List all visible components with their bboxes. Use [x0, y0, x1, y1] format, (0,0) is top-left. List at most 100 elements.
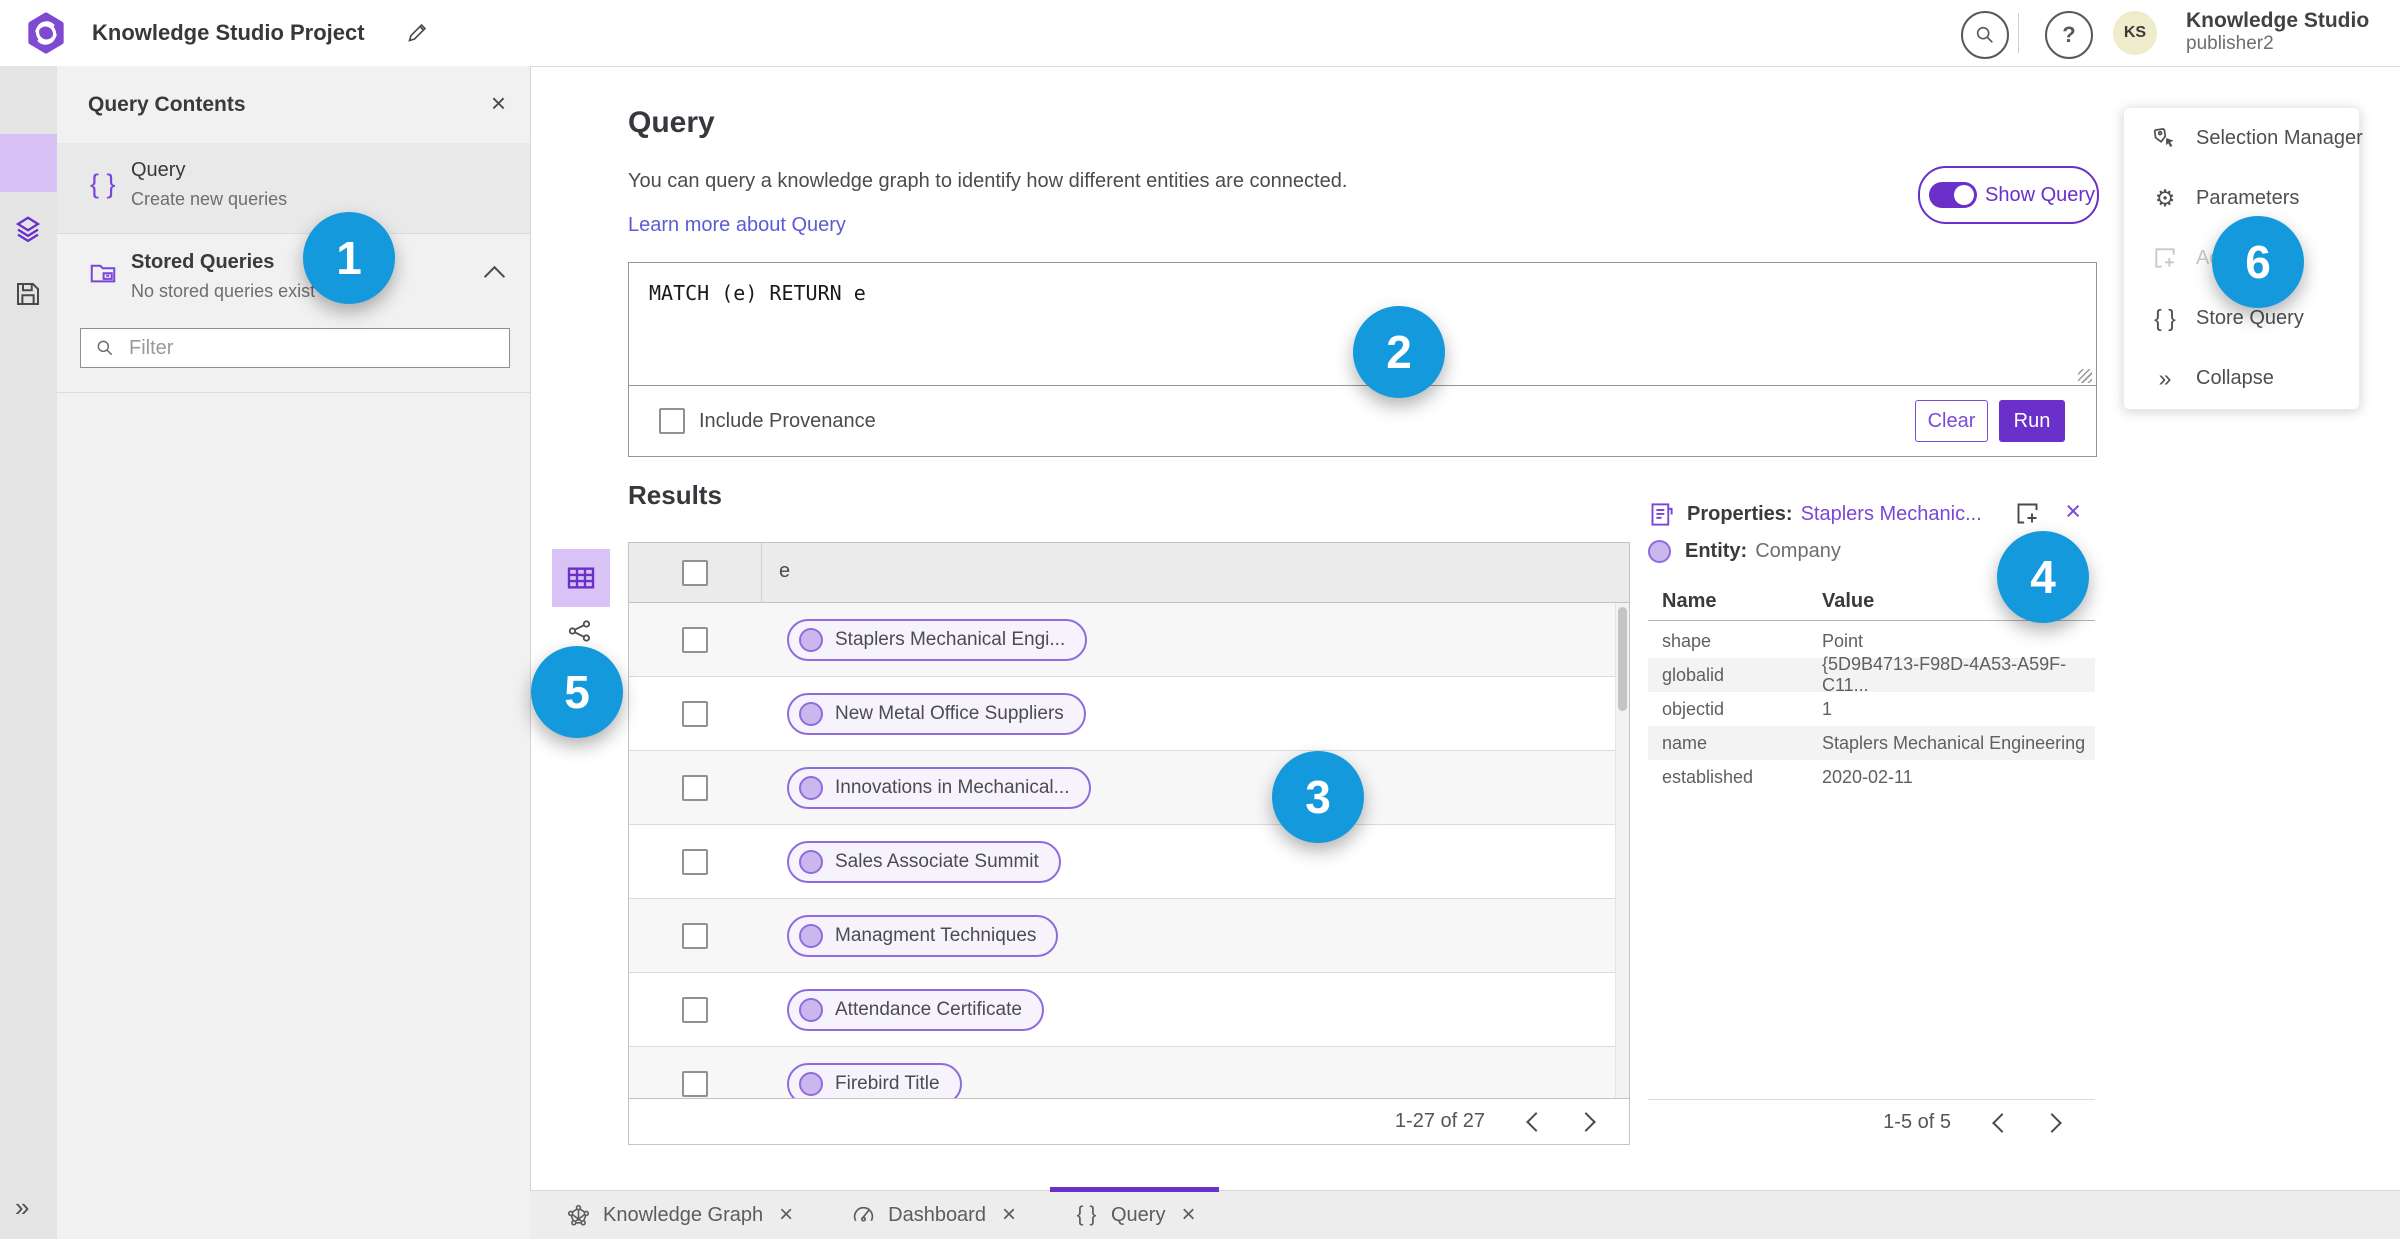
tab-knowledge-graph[interactable]: Knowledge Graph × [546, 1191, 813, 1239]
row-checkbox[interactable] [682, 627, 708, 653]
table-row[interactable]: New Metal Office Suppliers [629, 677, 1629, 751]
table-row[interactable]: Attendance Certificate [629, 973, 1629, 1047]
contents-panel-close-icon[interactable]: × [491, 88, 506, 119]
knowledge-studio-app: Knowledge Studio Project ? KS Knowledge … [0, 0, 2400, 1239]
graph-view-icon[interactable] [566, 617, 594, 645]
query-item-description: Create new queries [131, 189, 288, 209]
next-page-icon[interactable] [2042, 1112, 2062, 1133]
entity-dot-icon [799, 776, 823, 800]
results-table-header: e [629, 543, 1629, 603]
query-heading: Query [628, 106, 715, 139]
entity-pill[interactable]: Sales Associate Summit [787, 841, 1061, 883]
resize-handle[interactable] [2078, 369, 2092, 383]
knowledge-graph-icon [567, 1204, 590, 1226]
query-item-label: Query [131, 159, 186, 181]
topbar-divider [2018, 13, 2019, 53]
annotation-badge-3: 3 [1272, 751, 1364, 843]
property-row: globalid {5D9B4713-F98D-4A53-A59F-C11... [1648, 654, 2095, 695]
panel-divider [57, 392, 530, 393]
entity-pill[interactable]: Firebird Title [787, 1063, 962, 1098]
project-title: Knowledge Studio Project [92, 20, 365, 45]
previous-page-icon[interactable] [1526, 1111, 1546, 1132]
table-row[interactable]: Innovations in Mechanical... [629, 751, 1629, 825]
menu-item-collapse[interactable]: » Collapse [2124, 348, 2359, 408]
selection-manager-icon [2153, 128, 2174, 147]
collapse-icon: » [2158, 364, 2172, 391]
save-icon[interactable] [13, 279, 43, 309]
tab-query[interactable]: { } Query × [1049, 1187, 1220, 1239]
row-checkbox[interactable] [682, 701, 708, 727]
search-button[interactable] [1961, 11, 2009, 59]
avatar-initials: KS [2123, 24, 2147, 41]
toggle-switch[interactable] [1929, 182, 1977, 208]
table-row[interactable]: Firebird Title [629, 1047, 1629, 1098]
expand-rail-icon[interactable]: » [15, 1192, 29, 1223]
table-row[interactable]: Sales Associate Summit [629, 825, 1629, 899]
left-rail: » [0, 66, 58, 1239]
layers-icon[interactable] [13, 214, 43, 244]
app-logo-icon[interactable] [26, 12, 66, 54]
run-button[interactable]: Run [1999, 400, 2065, 442]
entity-pill[interactable]: Attendance Certificate [787, 989, 1044, 1031]
table-row[interactable]: Managment Techniques [629, 899, 1629, 973]
filter-field [80, 328, 510, 368]
properties-header: Properties: Staplers Mechanic... × [1648, 496, 2095, 530]
close-tab-icon[interactable]: × [1002, 1201, 1016, 1229]
include-provenance-checkbox[interactable] [659, 408, 685, 434]
entity-pill[interactable]: New Metal Office Suppliers [787, 693, 1086, 735]
row-checkbox[interactable] [682, 775, 708, 801]
edit-title-icon[interactable] [405, 21, 429, 45]
properties-close-icon[interactable]: × [2065, 496, 2081, 527]
query-editor-footer: Include Provenance Clear Run [629, 386, 2096, 456]
filter-input[interactable] [127, 335, 509, 361]
filter-search-icon [97, 340, 113, 356]
stored-queries-label: Stored Queries [131, 251, 275, 273]
sidebar-item-query[interactable]: { } Query Create new queries [57, 143, 530, 234]
contents-panel-header: Query Contents × [57, 66, 530, 144]
properties-label: Properties: [1687, 502, 1793, 525]
dashboard-gauge-icon [853, 1206, 874, 1222]
show-query-toggle[interactable]: Show Query [1918, 166, 2099, 224]
close-tab-icon[interactable]: × [779, 1201, 793, 1229]
entity-pill[interactable]: Innovations in Mechanical... [787, 767, 1092, 809]
close-tab-icon[interactable]: × [1181, 1201, 1195, 1229]
scrollbar-thumb[interactable] [1618, 607, 1627, 711]
row-checkbox[interactable] [682, 849, 708, 875]
menu-item-selection-manager[interactable]: Selection Manager [2124, 108, 2363, 168]
help-button[interactable]: ? [2045, 11, 2093, 59]
next-page-icon[interactable] [1576, 1111, 1596, 1132]
tab-dashboard[interactable]: Dashboard × [831, 1191, 1036, 1239]
properties-doc-icon [1651, 502, 1673, 526]
properties-value-header: Value [1822, 590, 1875, 612]
user-avatar[interactable]: KS [2113, 11, 2157, 55]
chevron-up-icon[interactable] [483, 265, 506, 288]
bottom-tab-bar: Knowledge Graph × Dashboard × { } Query … [530, 1187, 2400, 1239]
entity-pill[interactable]: Staplers Mechanical Engi... [787, 619, 1088, 661]
clear-button[interactable]: Clear [1915, 400, 1988, 442]
table-row[interactable]: Staplers Mechanical Engi... [629, 603, 1629, 677]
annotation-badge-5: 5 [531, 646, 623, 738]
entity-dot-icon [799, 628, 823, 652]
sidebar-item-stored-queries[interactable]: Stored Queries No stored queries exist [57, 233, 530, 325]
select-all-checkbox[interactable] [682, 560, 708, 586]
table-view-button[interactable] [552, 549, 610, 607]
include-provenance-option[interactable]: Include Provenance [659, 408, 876, 434]
row-checkbox[interactable] [682, 1071, 708, 1097]
entity-pill[interactable]: Managment Techniques [787, 915, 1059, 957]
learn-more-link[interactable]: Learn more about Query [628, 214, 846, 237]
property-row: objectid 1 [1662, 698, 1833, 719]
stored-queries-folder-icon [90, 264, 116, 283]
properties-entity-link[interactable]: Staplers Mechanic... [1801, 503, 1982, 526]
results-scrollbar[interactable] [1615, 603, 1629, 1098]
add-to-selection-icon[interactable] [2014, 500, 2041, 527]
row-checkbox[interactable] [682, 997, 708, 1023]
user-block[interactable]: Knowledge Studio publisher2 [2186, 8, 2369, 56]
search-icon [1976, 26, 1993, 43]
entity-dot-icon [799, 702, 823, 726]
column-header-e: e [779, 560, 791, 582]
row-checkbox[interactable] [682, 923, 708, 949]
braces-icon: { } [2154, 304, 2176, 331]
previous-page-icon[interactable] [1992, 1112, 2012, 1133]
query-description: You can query a knowledge graph to ident… [628, 170, 1348, 192]
toggle-knob [1954, 185, 1974, 205]
